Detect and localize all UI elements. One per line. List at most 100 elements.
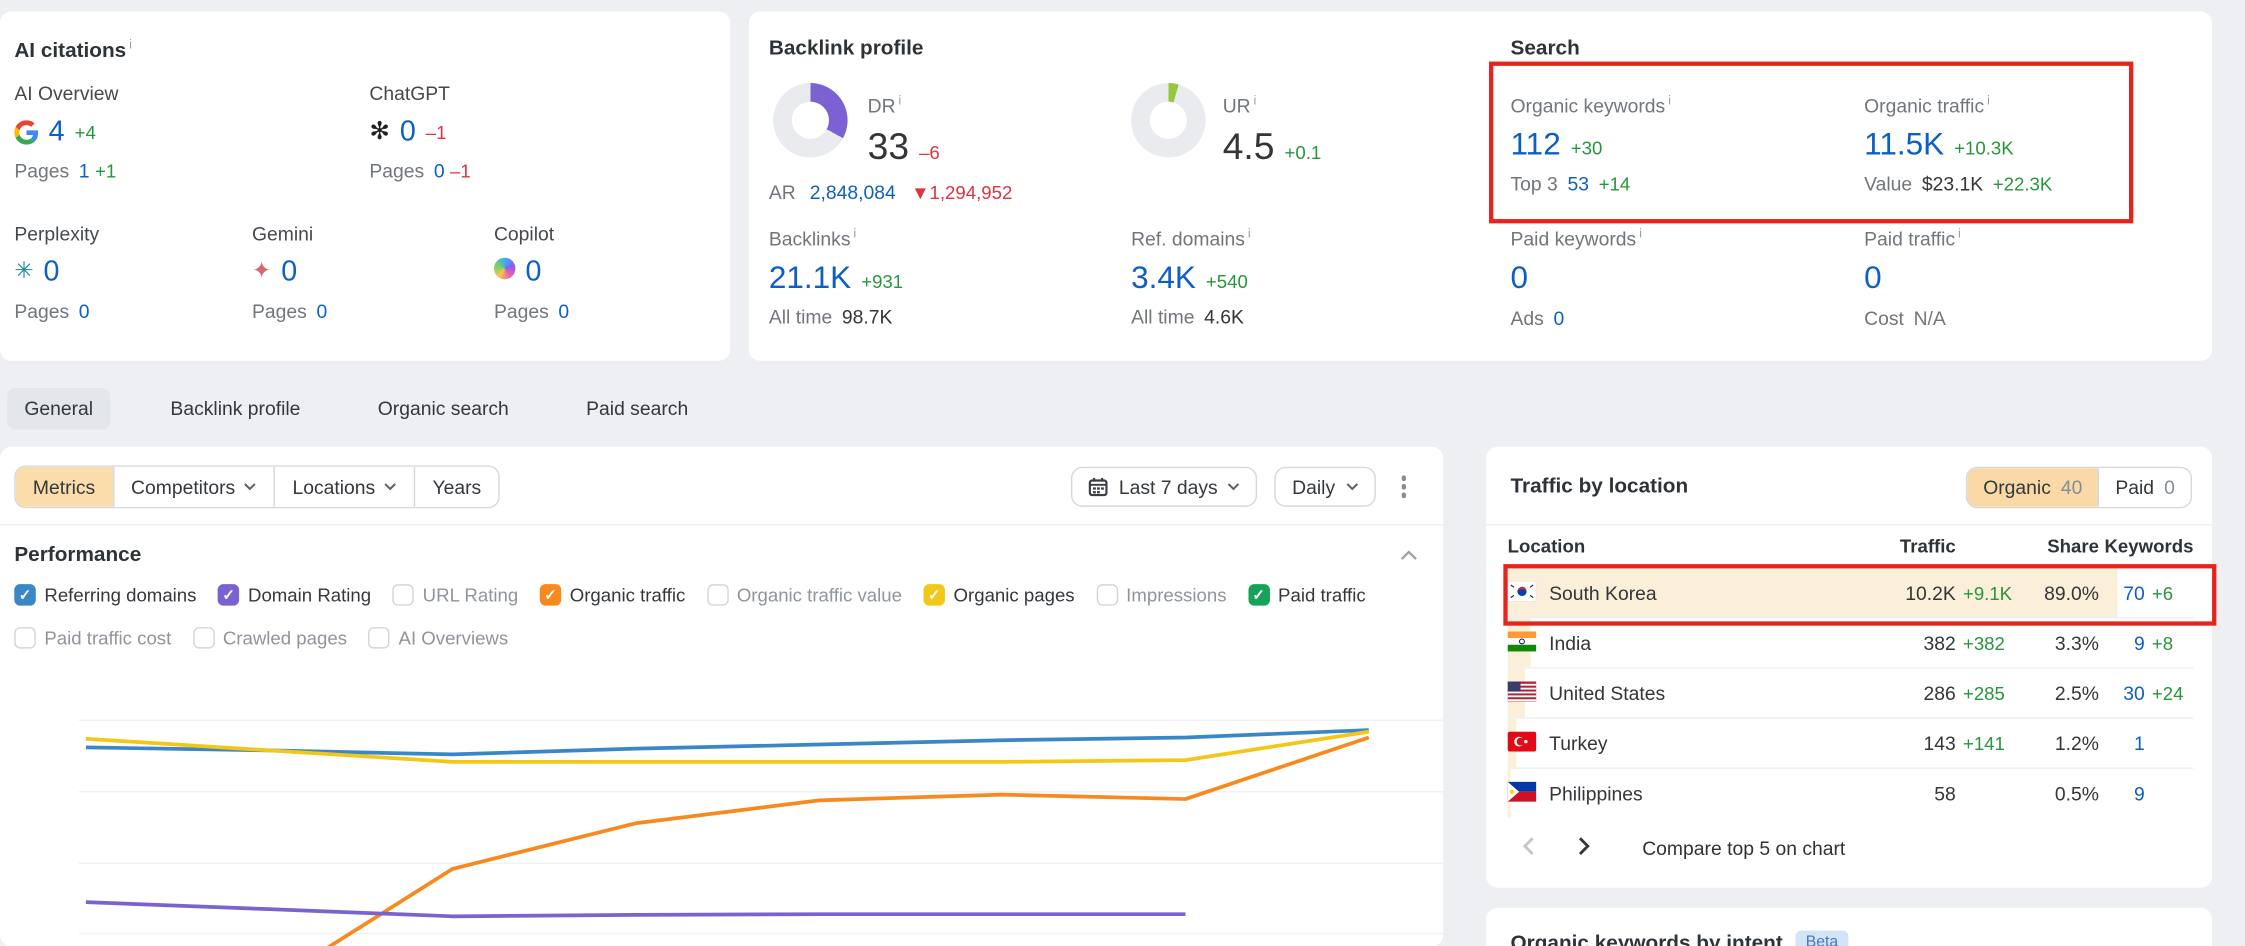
metric-checkbox-ai-overviews[interactable]: AI Overviews <box>368 627 508 648</box>
checkbox-icon: ✓ <box>218 584 239 605</box>
segment-competitors[interactable]: Competitors <box>112 467 273 507</box>
ai-item-delta: –1 <box>426 121 447 142</box>
metric-checkbox-paid-traffic[interactable]: ✓Paid traffic <box>1248 584 1366 605</box>
metric-checkbox-impressions[interactable]: Impressions <box>1096 584 1226 605</box>
toggle-organic[interactable]: Organic40 <box>1967 468 2098 507</box>
location-row-philippines[interactable]: Philippines580.5%9 <box>1508 767 2194 817</box>
metric-checkbox-crawled-pages[interactable]: Crawled pages <box>193 627 347 648</box>
ai-citation-item: ChatGPT✻0–1Pages 0 –1 <box>369 83 598 182</box>
checkbox-label: AI Overviews <box>399 627 509 648</box>
info-icon[interactable]: i <box>1248 226 1251 240</box>
flag-icon-in <box>1508 631 1537 655</box>
metric-checkbox-url-rating[interactable]: URL Rating <box>393 584 519 605</box>
ai-item-label: AI Overview <box>14 83 243 104</box>
checkbox-icon: ✓ <box>923 584 944 605</box>
metric-checkbox-row-1: ✓Referring domains ✓ Domain Rating URL Rati… <box>14 584 1365 605</box>
col-share[interactable]: Share <box>2019 535 2099 556</box>
traffic-delta: +9.1K <box>1956 582 2019 603</box>
ref-domains-value[interactable]: 3.4K <box>1131 261 1196 292</box>
location-row-turkey[interactable]: Turkey143+1411.2%1 <box>1508 717 2194 767</box>
ref-domains-block: Ref. domainsi 3.4K +540 All time 4.6K <box>1131 226 1251 327</box>
backlinks-alltime: All time 98.7K <box>769 306 903 327</box>
ai-citation-item: Gemini✦0Pages 0 <box>252 223 481 322</box>
checkbox-label: Impressions <box>1126 584 1226 605</box>
ar-value[interactable]: 2,848,084 <box>810 182 896 203</box>
ai-item-value[interactable]: 0 <box>44 256 60 289</box>
backlinks-value[interactable]: 21.1K <box>769 261 851 292</box>
ai-citations-card: AI citationsi AI Overview4+4Pages 1 +1Ch… <box>0 11 730 360</box>
keywords-value[interactable]: 1 <box>2099 732 2145 753</box>
granularity-button[interactable]: Daily <box>1275 467 1375 507</box>
info-icon[interactable]: i <box>1668 93 1671 107</box>
info-icon[interactable]: i <box>1639 226 1642 240</box>
ai-item-label: Perplexity <box>14 223 243 244</box>
ai-citation-item: AI Overview4+4Pages 1 +1 <box>14 83 243 182</box>
metric-checkbox-domain-rating[interactable]: ✓ Domain Rating <box>218 584 371 605</box>
info-icon[interactable]: i <box>1987 93 1990 107</box>
next-page-chevron-icon[interactable] <box>1566 830 1602 866</box>
organic-traffic-value[interactable]: 11.5K <box>1864 128 1944 159</box>
keywords-value[interactable]: 70 <box>2099 582 2145 603</box>
ur-delta: +0.1 <box>1285 141 1322 162</box>
organic-keywords-delta: +30 <box>1571 137 1603 158</box>
compare-top5-link[interactable]: Compare top 5 on chart <box>1642 837 1845 858</box>
info-icon[interactable]: i <box>1958 226 1961 240</box>
date-range-button[interactable]: Last 7 days <box>1072 467 1258 507</box>
tab-general[interactable]: General <box>7 387 110 429</box>
prev-page-chevron-icon[interactable] <box>1511 830 1547 866</box>
organic-keywords-label: Organic keywordsi <box>1511 93 1671 117</box>
toggle-paid[interactable]: Paid0 <box>2098 468 2190 507</box>
copilot-icon <box>494 258 515 287</box>
segment-locations[interactable]: Locations <box>274 467 414 507</box>
traffic-value: 58 <box>1873 782 1956 803</box>
metric-checkbox-organic-traffic-value[interactable]: Organic traffic value <box>707 584 902 605</box>
info-icon[interactable]: i <box>853 226 856 240</box>
ai-item-pages: Pages 0 <box>252 301 481 322</box>
segment-years[interactable]: Years <box>414 467 499 507</box>
segment-metrics[interactable]: Metrics <box>16 467 113 507</box>
date-range-label: Last 7 days <box>1119 476 1218 497</box>
metric-checkbox-referring-domains[interactable]: ✓Referring domains <box>14 584 196 605</box>
location-row-india[interactable]: India382+3823.3%9+8 <box>1508 617 2194 667</box>
ai-item-value[interactable]: 0 <box>281 256 297 289</box>
performance-line-chart[interactable] <box>0 673 1443 946</box>
paid-keywords-value[interactable]: 0 <box>1511 258 1529 294</box>
info-icon[interactable]: i <box>898 93 901 107</box>
paid-traffic-value[interactable]: 0 <box>1864 258 1882 294</box>
organic-keywords-value[interactable]: 112 <box>1511 128 1561 159</box>
ar-row: AR 2,848,084 ▼1,294,952 <box>769 182 1012 203</box>
col-keywords[interactable]: Keywords <box>2099 535 2193 556</box>
tab-organic-search[interactable]: Organic search <box>361 387 526 429</box>
metric-checkbox-organic-pages[interactable]: ✓Organic pages <box>923 584 1074 605</box>
info-icon[interactable]: i <box>129 37 132 51</box>
keywords-by-intent-title: Organic keywords by intent <box>1511 932 1783 946</box>
more-options-kebab-icon[interactable] <box>1390 467 1418 506</box>
checkbox-icon <box>368 627 389 648</box>
chart-line-domain-rating <box>86 902 1186 916</box>
location-row-united-states[interactable]: United States286+2852.5%30+24 <box>1508 667 2194 717</box>
keywords-value[interactable]: 30 <box>2099 682 2145 703</box>
checkbox-label: Domain Rating <box>248 584 371 605</box>
search-title: Search <box>1511 37 1580 60</box>
ai-item-value[interactable]: 0 <box>400 115 416 148</box>
ai-item-label: Gemini <box>252 223 481 244</box>
keywords-value[interactable]: 9 <box>2099 782 2145 803</box>
checkbox-icon <box>14 627 35 648</box>
metric-checkbox-paid-traffic-cost[interactable]: Paid traffic cost <box>14 627 171 648</box>
paid-keywords-label: Paid keywordsi <box>1511 226 1642 250</box>
location-row-south-korea[interactable]: South Korea10.2K+9.1K89.0%70+6 <box>1508 567 2194 617</box>
tab-backlink-profile[interactable]: Backlink profile <box>153 387 317 429</box>
ai-item-value[interactable]: 0 <box>525 256 541 289</box>
traffic-delta: +141 <box>1956 732 2019 753</box>
info-icon[interactable]: i <box>1254 93 1257 107</box>
tab-paid-search[interactable]: Paid search <box>569 387 705 429</box>
ai-item-label: Copilot <box>494 223 723 244</box>
keywords-value[interactable]: 9 <box>2099 632 2145 653</box>
ai-item-value[interactable]: 4 <box>49 115 65 148</box>
metric-checkbox-organic-traffic[interactable]: ✓Organic traffic <box>540 584 686 605</box>
ai-citation-item: Copilot0Pages 0 <box>494 223 723 322</box>
collapse-chevron-up-icon[interactable] <box>1400 550 1417 561</box>
metric-checkbox-row-2: Paid traffic cost Crawled pages AI Overvie… <box>14 627 508 648</box>
flag-icon-tr <box>1508 731 1537 755</box>
col-traffic[interactable]: Traffic <box>1873 535 1956 556</box>
